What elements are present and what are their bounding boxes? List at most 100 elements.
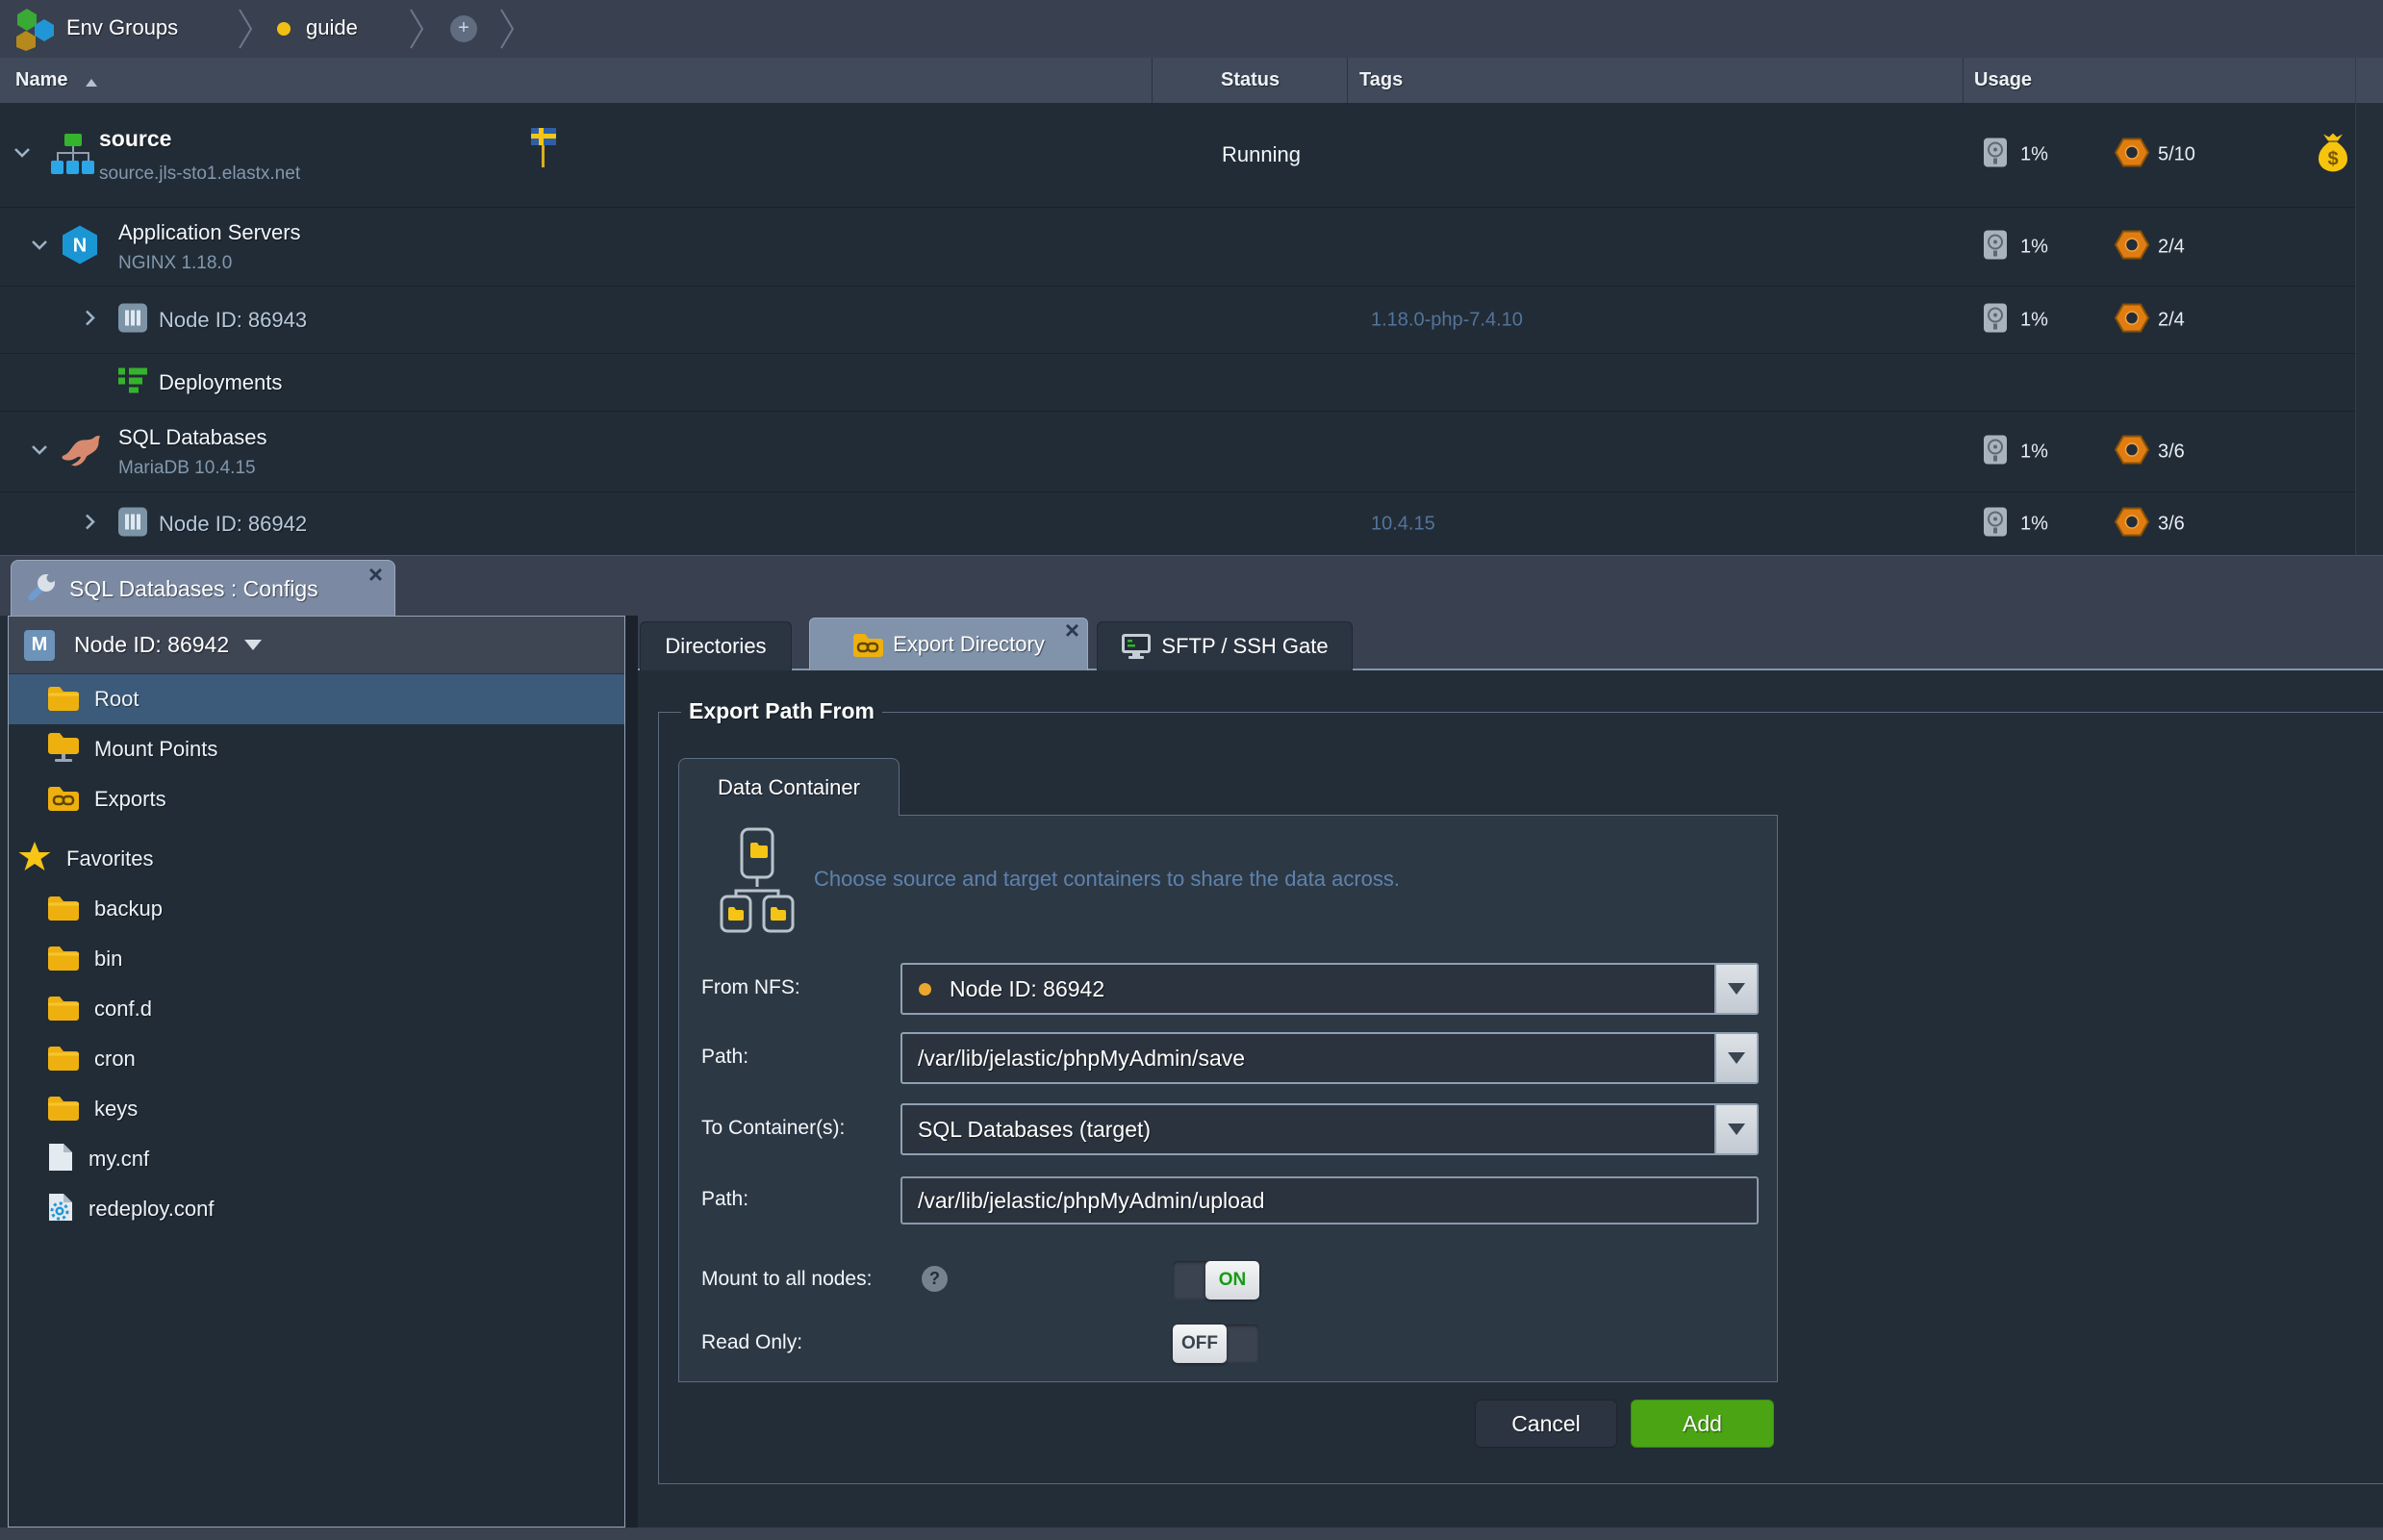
chevron-right-icon[interactable] (85, 513, 96, 535)
to-containers-combo[interactable]: SQL Databases (target) (900, 1103, 1759, 1155)
close-icon[interactable]: × (368, 563, 383, 586)
sidebar-item-label: my.cnf (89, 1147, 149, 1172)
sidebar-item-redeploy-conf[interactable]: redeploy.conf (9, 1184, 624, 1234)
target-path-input[interactable]: /var/lib/jelastic/phpMyAdmin/upload (900, 1176, 1759, 1224)
file-icon (47, 1142, 74, 1177)
cloudlets-icon (2115, 229, 2149, 265)
close-icon[interactable]: × (1065, 619, 1079, 642)
disk-usage-icon (1984, 507, 2007, 541)
export-form: Choose source and target containers to s… (678, 815, 1778, 1382)
sidebar-item-bin[interactable]: bin (9, 934, 624, 984)
add-env-group-button[interactable]: + (450, 15, 477, 42)
env-row-source[interactable]: source source.jls-sto1.elastx.net Runnin… (0, 103, 2383, 208)
sidebar-item-label: redeploy.conf (89, 1197, 214, 1222)
folder-icon (47, 894, 80, 925)
breadcrumb: Env Groups guide + (0, 0, 2383, 58)
disk-usage-icon (1984, 303, 2007, 337)
toggle-knob: OFF (1173, 1325, 1227, 1363)
node-row-86943[interactable]: Node ID: 86943 1.18.0-php-7.4.10 1% 2/4 (0, 287, 2383, 354)
tab-label: SFTP / SSH Gate (1161, 634, 1328, 659)
sidebar-item-label: Favorites (66, 846, 153, 871)
mount-all-nodes-toggle[interactable]: ON (1173, 1261, 1259, 1300)
sidebar-item-cron[interactable]: cron (9, 1034, 624, 1084)
env-row-application-servers[interactable]: N Application Servers NGINX 1.18.0 1% 2/… (0, 208, 2383, 287)
tab-data-container[interactable]: Data Container (678, 758, 900, 816)
chevron-down-icon[interactable] (31, 443, 48, 461)
column-header-name[interactable]: Name (15, 69, 67, 91)
folder-icon (47, 944, 80, 975)
sidebar-item-exports[interactable]: Exports (9, 774, 624, 824)
disk-usage-value: 1% (2020, 144, 2048, 166)
button-label: Add (1683, 1411, 1722, 1437)
chevron-down-icon[interactable] (13, 146, 31, 164)
disk-usage-value: 1% (2020, 441, 2048, 463)
bottom-status-strip (0, 1527, 2383, 1540)
chevron-down-icon[interactable] (31, 239, 48, 256)
tab-sftp-ssh-gate[interactable]: SFTP / SSH Gate (1097, 621, 1353, 670)
folder-icon (47, 684, 80, 716)
file-gear-icon (47, 1192, 74, 1227)
node-selector[interactable]: M Node ID: 86942 (9, 617, 624, 674)
tab-label: Data Container (718, 775, 860, 800)
billing-money-bag-icon[interactable]: $ (2317, 133, 2349, 178)
sidebar-item-label: Root (94, 687, 139, 712)
env-status-dot-icon (277, 22, 291, 36)
from-nfs-combo[interactable]: Node ID: 86942 (900, 963, 1759, 1015)
chevron-right-icon[interactable] (85, 309, 96, 331)
sidebar-item-favorites[interactable]: Favorites (9, 834, 624, 884)
nginx-icon: N (62, 224, 98, 269)
tab-export-directory[interactable]: Export Directory × (809, 618, 1088, 670)
column-header-status[interactable]: Status (1221, 69, 1280, 91)
column-header-usage[interactable]: Usage (1974, 69, 2032, 91)
breadcrumb-guide[interactable]: guide (306, 15, 358, 40)
fieldset-legend: Export Path From (681, 698, 882, 724)
mariadb-seal-icon (60, 430, 102, 473)
deployments-row[interactable]: Deployments (0, 354, 2383, 412)
sidebar-item-mount-points[interactable]: Mount Points (9, 724, 624, 774)
node-tag: 1.18.0-php-7.4.10 (1371, 309, 1523, 331)
sort-asc-icon[interactable] (85, 75, 98, 92)
breadcrumb-env-groups[interactable]: Env Groups (66, 15, 178, 40)
column-header-tags[interactable]: Tags (1359, 69, 1403, 91)
wrench-icon (27, 571, 58, 607)
tab-sql-databases-configs[interactable]: SQL Databases : Configs × (11, 560, 395, 617)
tab-label: Export Directory (893, 632, 1045, 657)
tab-label: SQL Databases : Configs (69, 576, 318, 602)
dropdown-arrow-button[interactable] (1714, 1034, 1757, 1082)
chevron-down-icon (244, 640, 262, 650)
toggle-knob: ON (1205, 1261, 1259, 1300)
folder-icon (47, 1094, 80, 1125)
env-status: Running (1222, 142, 1301, 167)
star-icon (17, 841, 52, 878)
dropdown-arrow-button[interactable] (1714, 965, 1757, 1013)
input-value: /var/lib/jelastic/phpMyAdmin/upload (902, 1188, 1265, 1214)
read-only-toggle[interactable]: OFF (1173, 1325, 1259, 1363)
node-group-name: SQL Databases (118, 424, 267, 451)
from-nfs-label: From NFS: (701, 976, 800, 999)
column-divider (1347, 58, 1348, 103)
tab-directories[interactable]: Directories (640, 621, 792, 670)
mariadb-node-icon: M (24, 630, 55, 661)
sidebar-item-root[interactable]: Root (9, 674, 624, 724)
env-row-sql-databases[interactable]: SQL Databases MariaDB 10.4.15 1% 3/6 (0, 412, 2383, 492)
container-icon (118, 507, 147, 541)
sidebar-item-my-cnf[interactable]: my.cnf (9, 1134, 624, 1184)
node-row-86942[interactable]: Node ID: 86942 10.4.15 1% 3/6 (0, 492, 2383, 556)
sidebar-item-backup[interactable]: backup (9, 884, 624, 934)
source-path-combo[interactable]: /var/lib/jelastic/phpMyAdmin/save (900, 1032, 1759, 1084)
disk-usage-value: 1% (2020, 513, 2048, 535)
panel-splitter[interactable] (625, 616, 638, 1540)
sidebar-item-conf-d[interactable]: conf.d (9, 984, 624, 1034)
breadcrumb-separator-icon (499, 8, 517, 50)
share-containers-icon (716, 827, 799, 938)
cancel-button[interactable]: Cancel (1475, 1400, 1617, 1448)
container-icon (118, 303, 147, 337)
sidebar-item-keys[interactable]: keys (9, 1084, 624, 1134)
folder-icon (47, 1044, 80, 1075)
svg-text:N: N (73, 235, 87, 256)
export-directory-content: Export Path From Data Container (638, 670, 2383, 1540)
add-button[interactable]: Add (1631, 1400, 1774, 1448)
dropdown-arrow-button[interactable] (1714, 1105, 1757, 1153)
node-group-stack: NGINX 1.18.0 (118, 252, 301, 275)
help-icon[interactable]: ? (922, 1266, 948, 1292)
